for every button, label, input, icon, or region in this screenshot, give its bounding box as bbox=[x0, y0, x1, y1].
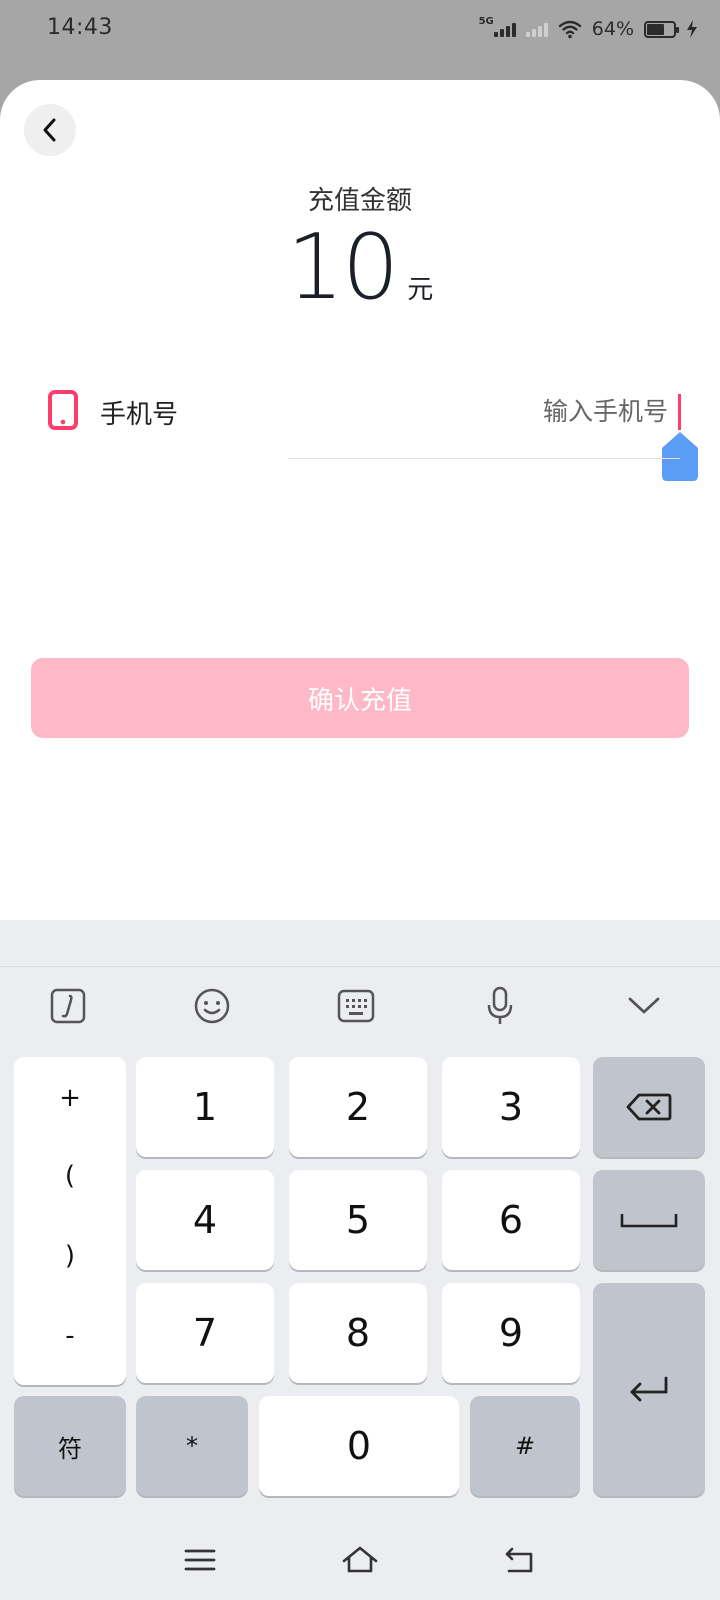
status-bar: 14:43 5G 64% bbox=[0, 0, 720, 58]
key-1[interactable]: 1 bbox=[136, 1057, 274, 1157]
signal-secondary-icon bbox=[525, 21, 548, 37]
key-9[interactable]: 9 bbox=[442, 1283, 580, 1383]
amount-display: 10 元 bbox=[0, 218, 720, 318]
key-0[interactable]: 0 bbox=[259, 1396, 459, 1496]
confirm-recharge-button[interactable]: 确认充值 bbox=[31, 658, 689, 738]
menu-icon bbox=[184, 1549, 216, 1571]
microphone-icon[interactable] bbox=[478, 984, 522, 1028]
battery-icon bbox=[644, 20, 679, 38]
home-icon bbox=[342, 1546, 378, 1573]
chevron-left-icon bbox=[43, 118, 56, 142]
home-button[interactable] bbox=[338, 1538, 382, 1582]
key-8[interactable]: 8 bbox=[289, 1283, 427, 1383]
backspace-button[interactable] bbox=[593, 1057, 705, 1157]
phone-field-underline bbox=[288, 458, 680, 459]
key-minus[interactable]: - bbox=[14, 1321, 126, 1351]
back-icon bbox=[505, 1547, 533, 1573]
backspace-icon bbox=[626, 1093, 672, 1121]
key-hash[interactable]: # bbox=[470, 1396, 580, 1496]
signal-icon bbox=[493, 21, 516, 37]
cursor-drag-handle[interactable] bbox=[660, 430, 700, 482]
text-cursor bbox=[678, 394, 681, 430]
amount-label: 充值金额 bbox=[307, 186, 412, 216]
navigation-bar bbox=[0, 1520, 720, 1600]
key-plus[interactable]: + bbox=[14, 1083, 126, 1113]
network-type: 5G bbox=[478, 15, 494, 27]
keyboard-icon[interactable] bbox=[334, 984, 378, 1028]
key-star[interactable]: * bbox=[136, 1396, 248, 1496]
battery-percent: 64% bbox=[591, 18, 634, 40]
key-close-paren[interactable]: ) bbox=[14, 1241, 126, 1271]
screen: 14:43 5G 64% 充值金额 10 元 手机号 输入手机号 确认充值 + … bbox=[0, 0, 720, 1600]
space-icon bbox=[620, 1214, 678, 1228]
script-i-icon[interactable] bbox=[46, 984, 90, 1028]
phone-label: 手机号 bbox=[100, 400, 179, 430]
wifi-icon bbox=[558, 20, 581, 39]
menu-button[interactable] bbox=[178, 1538, 222, 1582]
amount-unit: 元 bbox=[407, 275, 434, 305]
key-7[interactable]: 7 bbox=[136, 1283, 274, 1383]
key-symbol-switch[interactable]: 符 bbox=[14, 1396, 126, 1496]
key-5[interactable]: 5 bbox=[289, 1170, 427, 1270]
key-6[interactable]: 6 bbox=[442, 1170, 580, 1270]
status-time: 14:43 bbox=[47, 15, 113, 40]
key-2[interactable]: 2 bbox=[289, 1057, 427, 1157]
status-icons: 5G 64% bbox=[479, 14, 698, 44]
back-button[interactable] bbox=[24, 104, 76, 156]
key-4[interactable]: 4 bbox=[136, 1170, 274, 1270]
enter-icon bbox=[630, 1376, 668, 1401]
symbol-column: + ( ) - bbox=[14, 1057, 126, 1385]
emoji-icon[interactable] bbox=[190, 984, 234, 1028]
enter-button[interactable] bbox=[593, 1283, 705, 1496]
back-nav-button[interactable] bbox=[498, 1538, 542, 1582]
amount-value: 10 bbox=[286, 215, 400, 320]
key-3[interactable]: 3 bbox=[442, 1057, 580, 1157]
chevron-down-icon[interactable] bbox=[622, 984, 666, 1028]
key-open-paren[interactable]: ( bbox=[14, 1161, 126, 1191]
phone-input[interactable] bbox=[290, 380, 680, 442]
space-button[interactable] bbox=[593, 1170, 705, 1270]
keyboard-toolbar-divider bbox=[0, 966, 720, 967]
phone-icon bbox=[48, 390, 78, 430]
charging-icon bbox=[687, 20, 697, 38]
